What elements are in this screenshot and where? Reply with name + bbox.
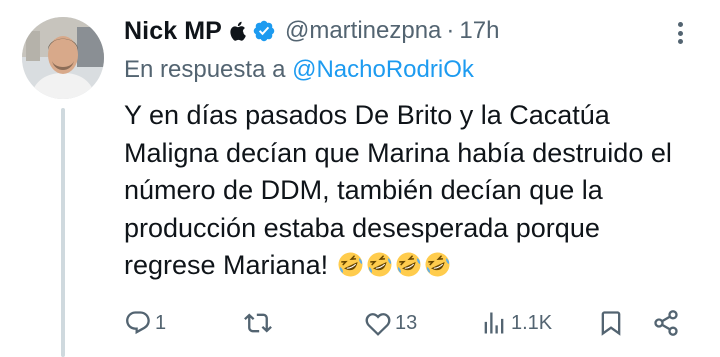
rolling-on-floor-laughing-emoji-icon (367, 252, 392, 277)
reply-button[interactable]: 1 (124, 305, 166, 341)
rolling-on-floor-laughing-emoji-icon (396, 252, 421, 277)
separator-dot: · (446, 17, 455, 44)
tweet-text-line: producción estaba desesperada porque (124, 212, 600, 243)
tweet-text-last-line: regrese Mariana! (124, 247, 704, 285)
tweet-text-line: regrese Mariana! (124, 250, 329, 280)
thread-connector-line (61, 108, 65, 357)
share-icon (654, 310, 678, 336)
views-count: 1.1K (511, 311, 553, 334)
tweet-text: Y en días pasados De Brito y la Cacatúa … (124, 97, 704, 285)
verified-badge-icon[interactable] (252, 19, 276, 43)
retweet-button[interactable] (244, 305, 275, 341)
bookmark-icon (601, 311, 621, 336)
like-count: 13 (395, 311, 418, 334)
apple-icon (230, 21, 246, 41)
reply-prefix: En respuesta a (124, 56, 286, 83)
views-button[interactable]: 1.1K (480, 305, 552, 341)
tweet-time[interactable]: 17h (459, 17, 499, 45)
reply-icon (126, 311, 150, 335)
author-handle[interactable]: @martinezpna (285, 17, 441, 45)
share-button[interactable] (652, 305, 680, 341)
tweet-text-line: Y en días pasados De Brito y la Cacatúa (124, 100, 610, 130)
author-name[interactable]: Nick MP (124, 17, 222, 46)
action-bar: 1 13 1.1K (124, 305, 694, 341)
more-icon[interactable] (668, 17, 692, 49)
avatar-photo (22, 17, 104, 99)
bookmark-button[interactable] (597, 305, 625, 341)
retweet-icon (244, 313, 272, 333)
tweet-header: Nick MP @martinezpna · 17h (124, 13, 499, 49)
like-icon (365, 313, 391, 336)
rolling-on-floor-laughing-emoji-icon (425, 252, 450, 277)
like-button[interactable]: 13 (364, 305, 417, 341)
replying-to: En respuesta a @NachoRodriOk (124, 56, 474, 84)
emoji-group (337, 251, 453, 278)
tweet-text-line: Maligna decían que Marina había destruid… (124, 137, 672, 168)
rolling-on-floor-laughing-emoji-icon (338, 252, 363, 277)
reply-count: 1 (155, 311, 167, 334)
views-icon (484, 312, 504, 334)
tweet-text-line: número de DDM, también decían que la (124, 175, 603, 205)
reply-mention-link[interactable]: @NachoRodriOk (292, 56, 474, 83)
avatar[interactable] (22, 17, 104, 99)
